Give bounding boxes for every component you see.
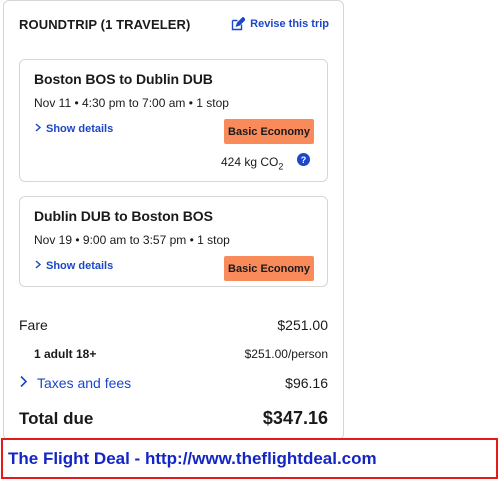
- adult-amount: $251.00/person: [244, 347, 328, 361]
- total-row: Total due $347.16: [19, 408, 328, 429]
- outbound-show-details-label[interactable]: Show details: [46, 123, 113, 135]
- revise-trip-link[interactable]: Revise this trip: [231, 17, 329, 31]
- outbound-flight-card: Boston BOS to Dublin DUB Nov 11 • 4:30 p…: [19, 59, 328, 182]
- total-amount: $347.16: [262, 408, 328, 428]
- taxes-and-fees-link[interactable]: Taxes and fees: [19, 375, 131, 391]
- outbound-fare-class-badge: Basic Economy: [224, 119, 314, 144]
- return-show-details-link[interactable]: Show details: [34, 260, 113, 272]
- fare-row: Fare $251.00: [19, 317, 328, 333]
- outbound-route: Boston BOS to Dublin DUB: [34, 71, 213, 87]
- return-times: Nov 19 • 9:00 am to 3:57 pm • 1 stop: [34, 233, 230, 247]
- chevron-right-icon: [19, 375, 28, 391]
- return-show-details-label[interactable]: Show details: [46, 260, 113, 272]
- taxes-amount: $96.16: [285, 375, 328, 391]
- total-label: Total due: [19, 409, 94, 428]
- chevron-right-icon: [34, 123, 42, 135]
- co2-subscript: 2: [278, 161, 284, 172]
- banner-text: The Flight Deal - http://www.theflightde…: [8, 448, 377, 468]
- watermark-banner: The Flight Deal - http://www.theflightde…: [1, 438, 498, 479]
- trip-summary-header: ROUNDTRIP (1 TRAVELER) Revise this trip: [18, 17, 329, 37]
- trip-summary-panel: ROUNDTRIP (1 TRAVELER) Revise this trip …: [3, 0, 344, 440]
- adult-label: 1 adult 18+: [34, 347, 97, 361]
- outbound-times: Nov 11 • 4:30 pm to 7:00 am • 1 stop: [34, 96, 229, 110]
- revise-trip-label[interactable]: Revise this trip: [250, 18, 329, 30]
- co2-value: 424 kg CO: [221, 155, 279, 169]
- taxes-label[interactable]: Taxes and fees: [37, 375, 131, 391]
- fare-label: Fare: [19, 317, 48, 333]
- edit-icon: [231, 17, 246, 31]
- outbound-co2-emissions: 424 kg CO2: [221, 155, 283, 171]
- outbound-show-details-link[interactable]: Show details: [34, 123, 113, 135]
- fare-amount: $251.00: [277, 317, 328, 333]
- taxes-row: Taxes and fees $96.16: [19, 375, 328, 391]
- return-route: Dublin DUB to Boston BOS: [34, 208, 213, 224]
- chevron-right-icon: [34, 260, 42, 272]
- help-icon[interactable]: ?: [297, 153, 310, 166]
- return-fare-class-badge: Basic Economy: [224, 256, 314, 281]
- adult-fare-row: 1 adult 18+ $251.00/person: [34, 347, 328, 361]
- return-flight-card: Dublin DUB to Boston BOS Nov 19 • 9:00 a…: [19, 196, 328, 287]
- trip-title: ROUNDTRIP (1 TRAVELER): [19, 17, 191, 32]
